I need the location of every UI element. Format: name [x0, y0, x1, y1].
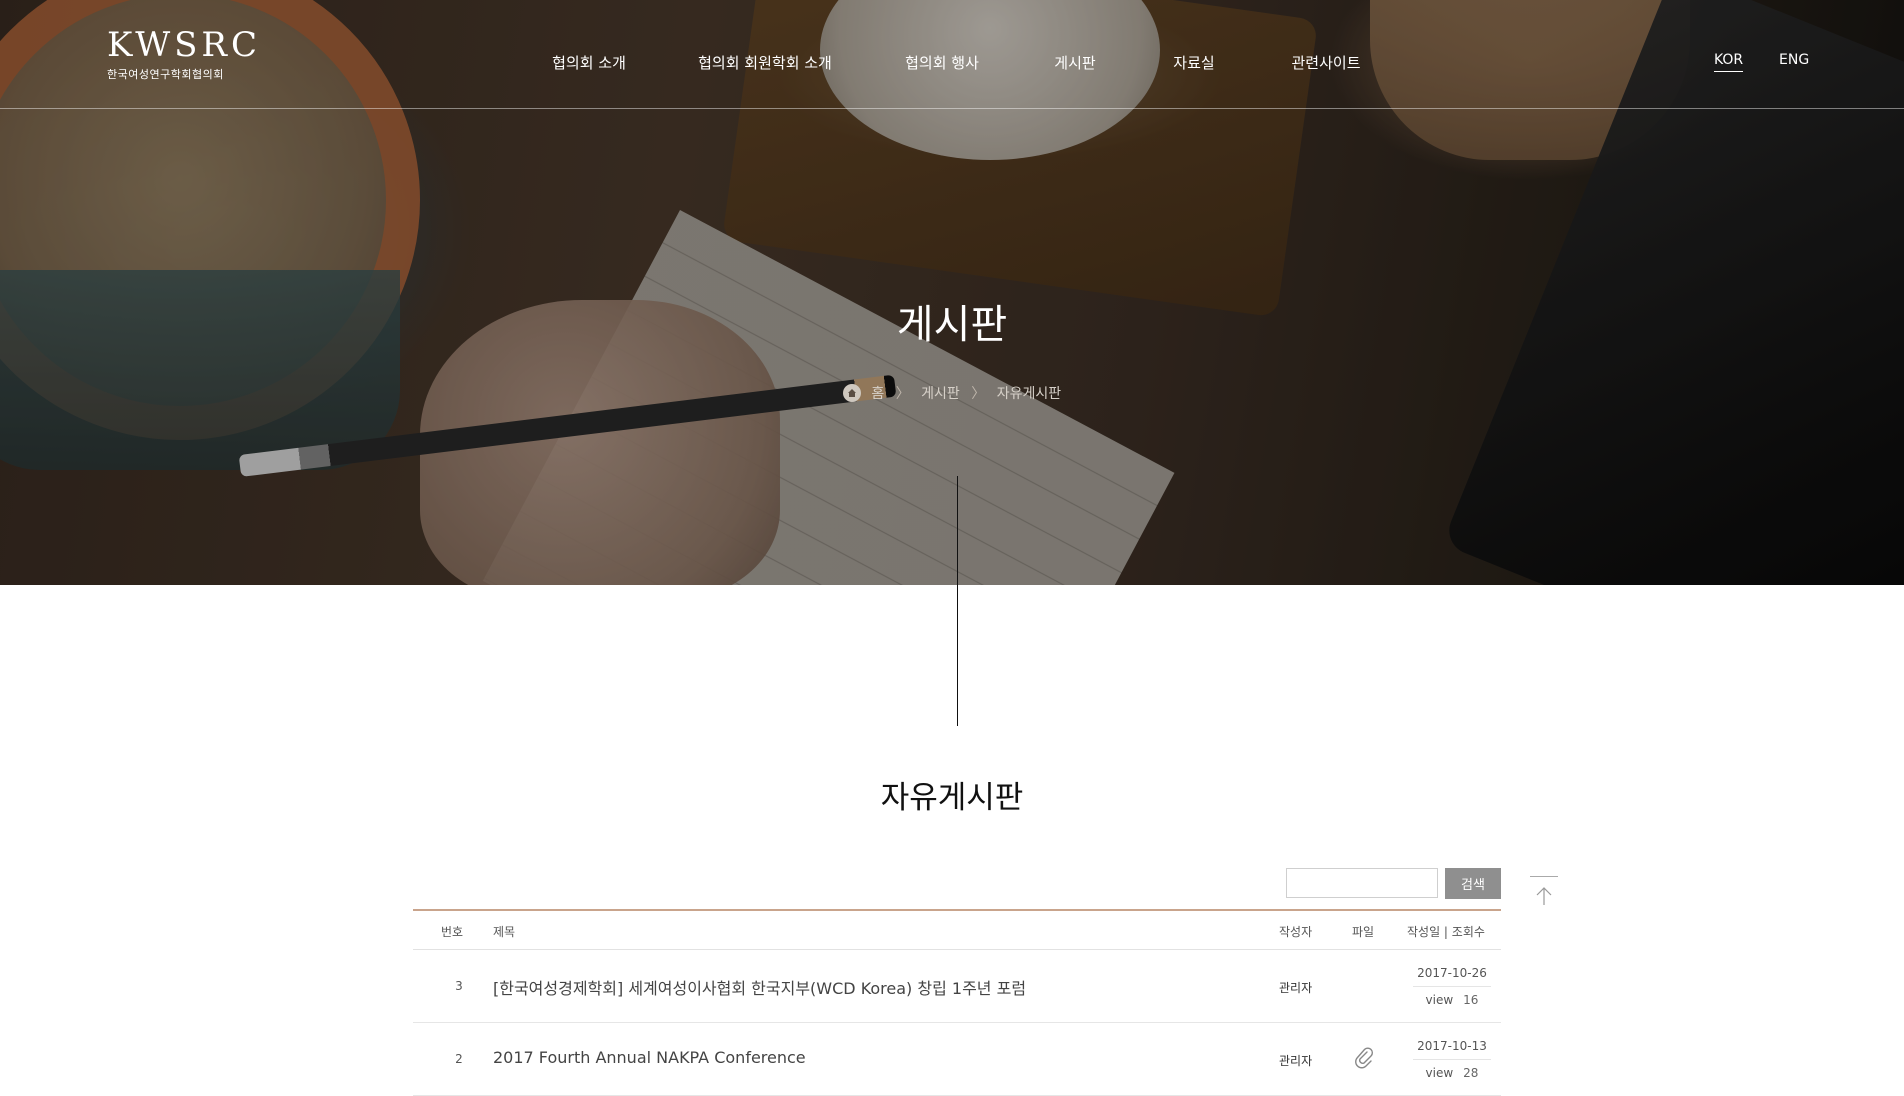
row-views: view 16: [1413, 987, 1491, 1007]
header-divider: [0, 108, 1904, 109]
breadcrumb-separator: 〉: [895, 386, 910, 402]
row-date: 2017-10-26: [1413, 966, 1491, 987]
row-number: 3: [455, 979, 463, 993]
breadcrumb-current: 자유게시판: [996, 386, 1062, 402]
table-row: 3 [한국여성경제학회] 세계여성이사협회 한국지부(WCD Korea) 창립…: [413, 950, 1501, 1023]
row-author: 관리자: [1279, 1054, 1313, 1068]
col-header-subject: 제목: [493, 925, 516, 939]
top-bar-line: [1530, 876, 1558, 877]
row-number: 2: [455, 1052, 463, 1066]
col-header-file: 파일: [1352, 925, 1375, 939]
nav-item-events[interactable]: 협의회 행사: [905, 52, 979, 73]
lang-eng-link[interactable]: ENG: [1779, 52, 1809, 68]
home-icon[interactable]: [842, 384, 861, 402]
row-date: 2017-10-13: [1413, 1039, 1491, 1060]
nav-item-about[interactable]: 협의회 소개: [552, 52, 626, 73]
row-date-views: 2017-10-13 view 28: [1413, 1039, 1491, 1080]
view-count: 16: [1463, 993, 1479, 1007]
col-header-date-views: 작성일 | 조회수: [1407, 925, 1485, 939]
view-label: view: [1425, 993, 1454, 1007]
breadcrumb-board[interactable]: 게시판: [921, 383, 960, 403]
row-author: 관리자: [1279, 981, 1313, 995]
page-title: 게시판: [896, 302, 1008, 348]
arrow-up-icon: [1536, 887, 1552, 905]
row-date-views: 2017-10-26 view 16: [1413, 966, 1491, 1007]
table-header: 번호 제목 작성자 파일 작성일 | 조회수: [413, 909, 1501, 950]
search-input[interactable]: [1286, 868, 1438, 898]
board-table: 번호 제목 작성자 파일 작성일 | 조회수 3 [한국여성경제학회] 세계여성…: [413, 909, 1501, 1096]
row-subject-link[interactable]: 2017 Fourth Annual NAKPA Conference: [493, 1048, 806, 1067]
hero-banner: KWSRC 한국여성연구학회협의회 협의회 소개 협의회 회원학회 소개 협의회…: [0, 0, 1904, 585]
breadcrumb: 홈 〉 게시판 〉 자유게시판: [0, 383, 1904, 403]
decorative-vertical-line: [957, 476, 958, 726]
main-navigation: 협의회 소개 협의회 회원학회 소개 협의회 행사 게시판 자료실 관련사이트: [0, 52, 1904, 72]
lang-kor-link[interactable]: KOR: [1714, 52, 1744, 72]
col-header-author: 작성자: [1279, 925, 1313, 939]
row-subject-link[interactable]: [한국여성경제학회] 세계여성이사협회 한국지부(WCD Korea) 창립 1…: [493, 975, 1026, 999]
search-button[interactable]: 검색: [1445, 868, 1501, 899]
board-title: 자유게시판: [880, 780, 1024, 816]
scroll-to-top-button[interactable]: [1530, 876, 1558, 910]
col-header-num: 번호: [441, 925, 464, 939]
nav-item-related-sites[interactable]: 관련사이트: [1291, 52, 1360, 73]
view-count: 28: [1463, 1066, 1479, 1080]
nav-item-member-societies[interactable]: 협의회 회원학회 소개: [698, 52, 832, 73]
view-label: view: [1425, 1066, 1454, 1080]
nav-item-archive[interactable]: 자료실: [1173, 52, 1214, 73]
breadcrumb-home[interactable]: 홈: [871, 383, 884, 403]
attachment-icon[interactable]: [1353, 1047, 1375, 1069]
nav-item-board[interactable]: 게시판: [1054, 52, 1095, 73]
breadcrumb-separator: 〉: [971, 386, 986, 402]
row-views: view 28: [1413, 1060, 1491, 1080]
table-row: 2 2017 Fourth Annual NAKPA Conference 관리…: [413, 1023, 1501, 1096]
